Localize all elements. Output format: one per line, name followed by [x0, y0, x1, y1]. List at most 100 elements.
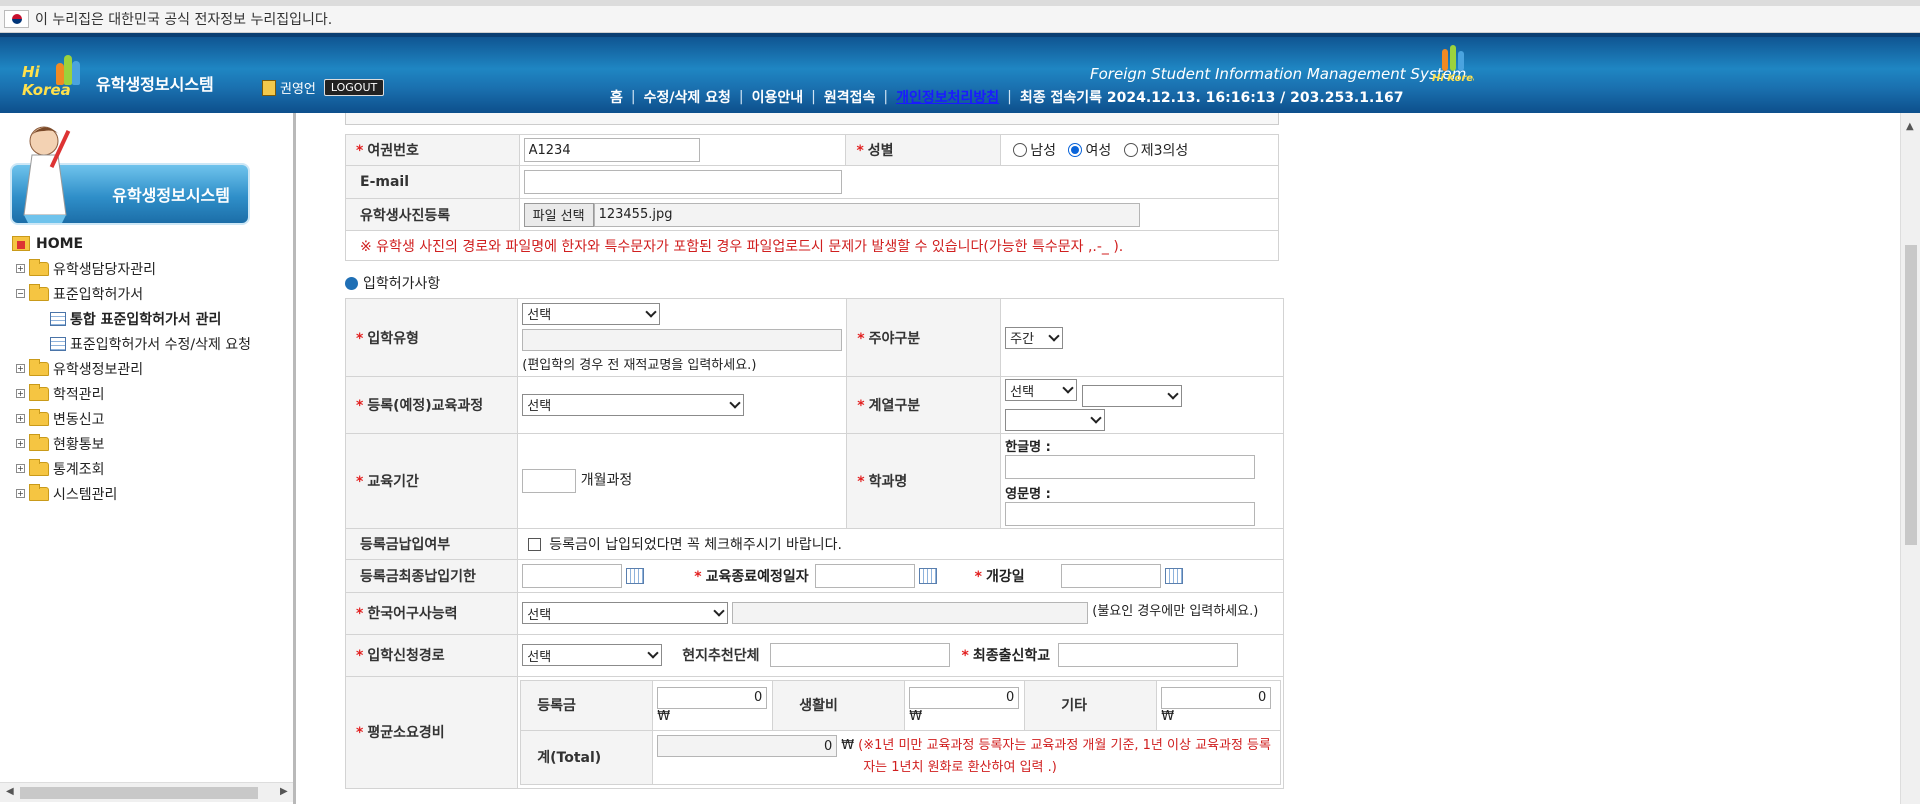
- korean-detail-input[interactable]: [732, 602, 1089, 624]
- expand-icon[interactable]: +: [16, 414, 25, 423]
- route-label: 입학신청경로: [344, 633, 519, 677]
- passport-input[interactable]: [523, 138, 700, 162]
- scroll-left-icon[interactable]: ◀: [6, 786, 14, 797]
- edu-end-label: 교육종료예정일자: [694, 566, 809, 586]
- last-school-input[interactable]: [1058, 643, 1239, 667]
- expand-icon[interactable]: +: [16, 439, 25, 448]
- gender-other-radio[interactable]: [1123, 143, 1138, 157]
- period-input[interactable]: [522, 468, 577, 493]
- open-date-input[interactable]: [1060, 563, 1161, 588]
- scroll-up-icon[interactable]: ▲: [1906, 121, 1914, 132]
- tuition-cost-label: 등록금: [520, 679, 654, 731]
- email-input[interactable]: [523, 170, 842, 194]
- sidebar-item-integrated-management[interactable]: 통합 표준입학허가서 관리: [12, 306, 251, 331]
- document-icon: [50, 311, 66, 326]
- tuition-paid-label: 등록금납입여부: [344, 527, 519, 560]
- daynight-select[interactable]: 주간: [1005, 326, 1064, 349]
- field-select-1[interactable]: 선택: [1005, 379, 1078, 401]
- korean-label: 한국어구사능력: [344, 591, 519, 635]
- sidebar-banner-title: 유학생정보시스템: [112, 186, 230, 205]
- sidebar-horizontal-scrollbar[interactable]: ◀ ▶: [0, 782, 293, 802]
- field-select-3[interactable]: [1005, 408, 1106, 431]
- page-vertical-scrollbar[interactable]: ▲: [1900, 113, 1920, 804]
- sidebar-item-system[interactable]: + 시스템관리: [12, 481, 251, 506]
- sidebar-item-label: 통합 표준입학허가서 관리: [70, 311, 222, 328]
- dept-en-input[interactable]: [1005, 501, 1256, 526]
- sidebar-item-home[interactable]: HOME: [12, 231, 251, 256]
- living-cost-label: 생활비: [772, 679, 906, 731]
- cost-label: 평균소요경비: [344, 675, 519, 789]
- logout-button[interactable]: LOGOUT: [323, 79, 385, 96]
- sidebar-item-status-notice[interactable]: + 현황통보: [12, 431, 251, 456]
- tuition-deadline-input[interactable]: [522, 563, 623, 588]
- sidebar-item-change-report[interactable]: + 변동신고: [12, 406, 251, 431]
- currency-label: ₩: [909, 708, 923, 724]
- user-area: 권영언 LOGOUT: [262, 78, 385, 97]
- cut-off-row: [345, 113, 1279, 125]
- folder-icon: [29, 383, 49, 401]
- scroll-right-icon[interactable]: ▶: [280, 786, 288, 797]
- sidebar-item-student-info[interactable]: + 유학생정보관리: [12, 356, 251, 381]
- info-bullet-icon: [345, 276, 358, 290]
- expand-icon[interactable]: +: [16, 264, 25, 273]
- nav-remote-access[interactable]: 원격접속: [824, 87, 876, 107]
- gender-female-radio[interactable]: [1068, 143, 1083, 157]
- document-icon: [50, 336, 66, 351]
- tuition-cost-input[interactable]: [657, 686, 768, 709]
- nav-guide[interactable]: 이용안내: [752, 87, 804, 107]
- korean-select[interactable]: 선택: [522, 602, 729, 624]
- email-label: E-mail: [345, 165, 520, 199]
- photo-label: 유학생사진등록: [345, 198, 520, 231]
- edu-end-input[interactable]: [814, 563, 915, 588]
- collapse-icon[interactable]: −: [16, 289, 25, 298]
- dept-ko-label: 한글명 :: [1005, 439, 1051, 455]
- nav-edit-delete-request[interactable]: 수정/삭제 요청: [644, 87, 731, 107]
- scrollbar-thumb[interactable]: [1905, 245, 1917, 545]
- expand-icon[interactable]: +: [16, 364, 25, 373]
- home-icon: [12, 236, 30, 251]
- living-cost-input[interactable]: [909, 686, 1020, 709]
- cost-table: 등록금 ₩ 생활비 ₩ 기타 ₩: [520, 679, 1281, 785]
- admission-type-hint: (편입학의 경우 전 재적교명을 입력하세요.): [522, 357, 757, 373]
- dept-en-label: 영문명 :: [1005, 486, 1051, 502]
- expand-icon[interactable]: +: [16, 389, 25, 398]
- passport-label: 여권번호: [345, 134, 520, 166]
- scrollbar-thumb[interactable]: [20, 787, 258, 799]
- tuition-paid-checkbox[interactable]: [528, 537, 542, 551]
- other-cost-input[interactable]: [1161, 686, 1272, 709]
- expand-icon[interactable]: +: [16, 464, 25, 473]
- sidebar-item-admission-letter[interactable]: − 표준입학허가서: [12, 281, 251, 306]
- gov-banner: 이 누리집은 대한민국 공식 전자정보 누리집입니다.: [0, 0, 1920, 33]
- sidebar-item-edit-delete-request[interactable]: 표준입학허가서 수정/삭제 요청: [12, 331, 251, 356]
- folder-icon: [29, 433, 49, 451]
- nav-separator: |: [883, 89, 889, 105]
- dept-ko-input[interactable]: [1005, 454, 1256, 479]
- nav-privacy-policy[interactable]: 개인정보처리방침: [896, 87, 999, 107]
- calendar-icon[interactable]: [626, 567, 645, 584]
- route-select[interactable]: 선택: [522, 644, 663, 666]
- gender-male-radio[interactable]: [1013, 143, 1028, 157]
- sidebar-item-label: 표준입학허가서: [53, 286, 144, 303]
- sidebar-item-statistics[interactable]: + 통계조회: [12, 456, 251, 481]
- nav-home[interactable]: 홈: [610, 87, 623, 107]
- sidebar-item-manager[interactable]: + 유학생담당자관리: [12, 256, 251, 281]
- admission-info-table: 입학유형 선택 (편입학의 경우 전 재적교명을 입력하세요.) 주야구분 주간…: [344, 298, 1284, 789]
- top-navigation: 홈 | 수정/삭제 요청 | 이용안내 | 원격접속 | 개인정보처리방침 | …: [610, 87, 1404, 107]
- gender-other-label: 제3의성: [1140, 143, 1189, 159]
- course-select[interactable]: 선택: [522, 393, 745, 416]
- admission-type-select[interactable]: 선택: [522, 302, 661, 325]
- field-select-2[interactable]: [1081, 384, 1182, 407]
- sidebar-item-label: 시스템관리: [53, 486, 118, 503]
- calendar-icon[interactable]: [918, 567, 937, 584]
- previous-school-input[interactable]: [522, 328, 843, 351]
- sidebar-banner: 유학생정보시스템: [6, 119, 250, 229]
- expand-icon[interactable]: +: [16, 489, 25, 498]
- calendar-icon[interactable]: [1164, 567, 1183, 584]
- hikorea-logo[interactable]: Hi Korea 유학생정보시스템: [22, 49, 214, 99]
- folder-icon: [29, 358, 49, 376]
- local-org-input[interactable]: [769, 643, 950, 667]
- file-select-button[interactable]: 파일 선택: [523, 202, 594, 227]
- sidebar-item-academic[interactable]: + 학적관리: [12, 381, 251, 406]
- english-system-title: Foreign Student Information Management S…: [1090, 65, 1467, 83]
- field-label: 계열구분: [846, 376, 1002, 434]
